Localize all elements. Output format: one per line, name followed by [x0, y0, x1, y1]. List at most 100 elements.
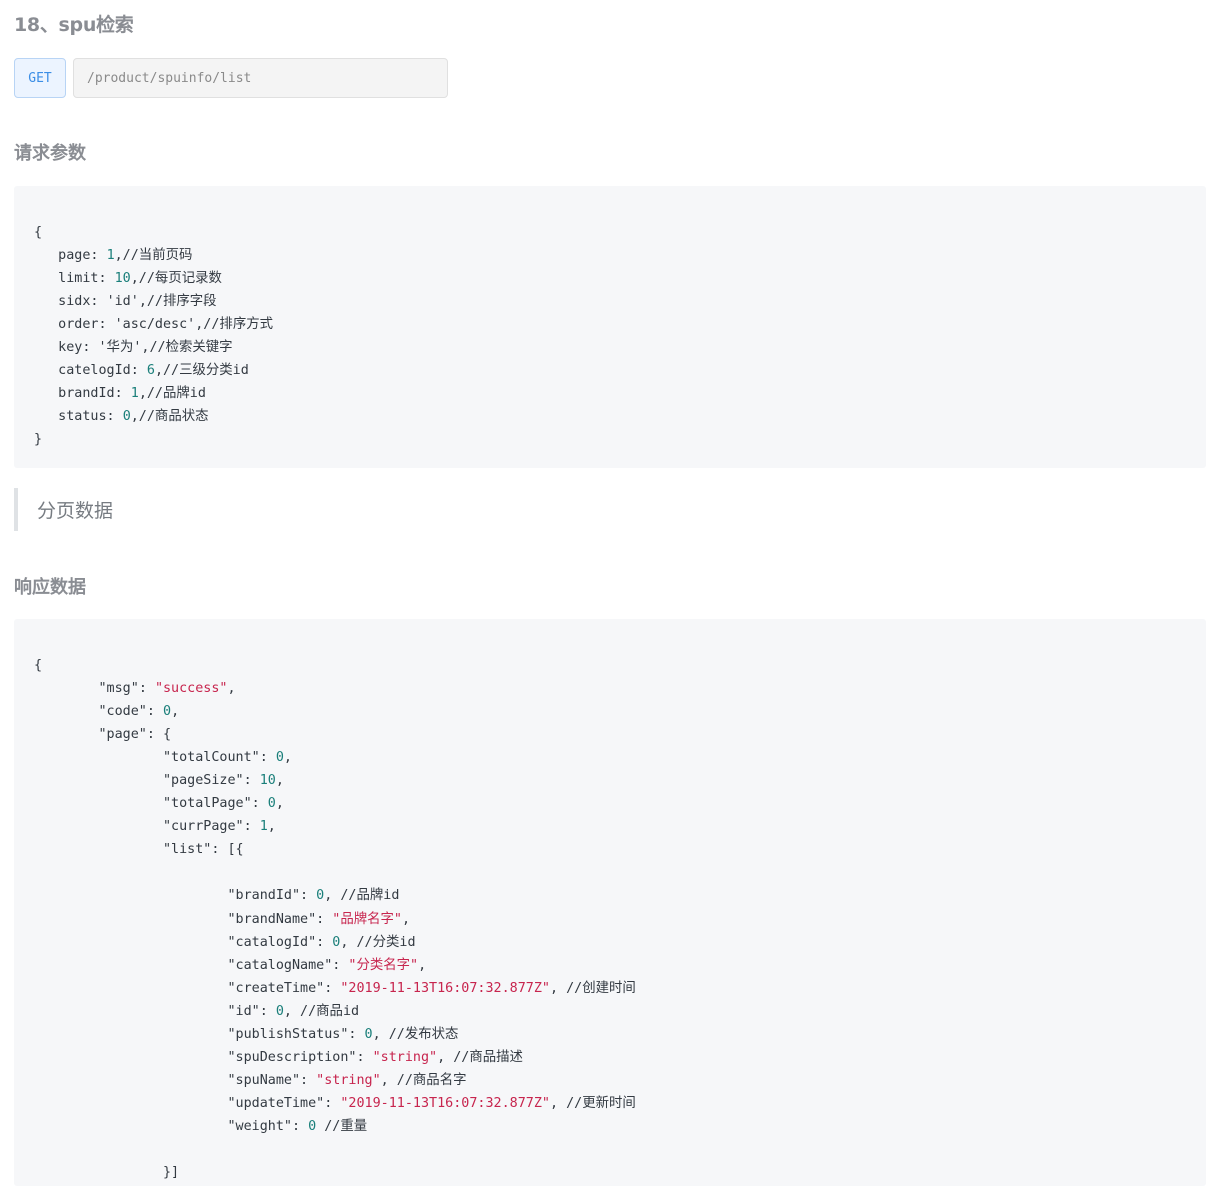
- code-token: 0: [308, 1118, 317, 1134]
- code-line: brandId: 1,//品牌id: [34, 382, 273, 405]
- code-token: :: [251, 796, 268, 812]
- code-token: "updateTime": [34, 1095, 325, 1111]
- code-token: ,: [275, 796, 284, 812]
- code-line: {: [34, 654, 636, 677]
- code-token: "brandId": [34, 888, 301, 904]
- code-token: "2019-11-13T16:07:32.877Z": [340, 1095, 550, 1111]
- code-token: "list": [34, 842, 212, 858]
- code-token: :: [300, 888, 317, 904]
- code-token: {: [34, 658, 43, 673]
- code-token: 0: [275, 750, 284, 766]
- code-token: :: [146, 704, 163, 720]
- code-token: 'asc/desc': [114, 317, 196, 333]
- code-token: status:: [34, 409, 123, 425]
- code-token: key:: [34, 340, 99, 356]
- code-token: ,: [401, 911, 411, 927]
- code-token: ,: [418, 957, 427, 973]
- code-line: "spuDescription": "string", //商品描述: [34, 1046, 636, 1069]
- code-token: "spuName": [34, 1072, 301, 1088]
- code-token: {: [34, 225, 43, 240]
- code-token: "2019-11-13T16:07:32.877Z": [340, 980, 550, 996]
- code-token: ,: [227, 681, 236, 697]
- code-token: ,: [283, 750, 292, 766]
- code-line: "brandId": 0, //品牌id: [34, 884, 636, 907]
- code-token: "success": [154, 681, 228, 697]
- code-token: 10: [114, 271, 131, 287]
- http-method-badge[interactable]: GET: [14, 58, 66, 98]
- code-token: 6: [146, 363, 155, 379]
- code-token: , //商品描述: [437, 1049, 523, 1065]
- code-token: brandId:: [34, 386, 131, 402]
- code-token: :: [316, 934, 333, 950]
- code-token: ,//三级分类id: [154, 363, 249, 379]
- code-token: :: [316, 911, 333, 927]
- code-token: "pageSize": [34, 773, 244, 789]
- code-token: , //商品id: [283, 1003, 360, 1019]
- code-token: 0: [364, 1026, 373, 1042]
- code-token: :: [324, 1095, 341, 1111]
- code-token: ,: [275, 773, 284, 789]
- response-code-block: { "msg": "success", "code": 0, "page": {…: [14, 619, 1206, 1186]
- code-line: "totalCount": 0,: [34, 746, 636, 769]
- request-code-lines: { page: 1,//当前页码 limit: 10,//每页记录数 sidx:…: [34, 221, 273, 451]
- code-line: "updateTime": "2019-11-13T16:07:32.877Z"…: [34, 1092, 635, 1115]
- code-line: "id": 0, //商品id: [34, 1000, 636, 1023]
- endpoint-url[interactable]: /product/spuinfo/list: [73, 58, 448, 98]
- code-token: :: [243, 773, 260, 789]
- code-token: "code": [34, 704, 147, 720]
- code-token: "totalPage": [34, 796, 252, 812]
- code-token: 10: [259, 773, 276, 789]
- code-token: }: [34, 432, 43, 448]
- code-token: 0: [275, 1003, 284, 1019]
- code-line: "catalogId": 0, //分类id: [34, 931, 636, 954]
- code-line: page: 1,//当前页码: [34, 244, 273, 267]
- code-token: "id": [34, 1003, 260, 1019]
- code-token: :: [356, 1049, 373, 1065]
- code-line: sidx: 'id',//排序字段: [34, 290, 273, 313]
- code-token: :: [332, 957, 349, 973]
- code-token: }]: [34, 1165, 180, 1181]
- code-token: : [{: [211, 842, 244, 858]
- code-token: "page": [34, 727, 147, 743]
- code-token: sidx:: [34, 294, 107, 310]
- code-token: 0: [163, 704, 172, 720]
- code-line: "msg": "success",: [34, 677, 636, 700]
- code-line: "publishStatus": 0, //发布状态: [34, 1023, 636, 1046]
- code-line: {: [34, 221, 273, 244]
- code-token: 0: [122, 409, 131, 425]
- code-token: ,: [171, 704, 180, 720]
- code-token: 1: [259, 819, 268, 835]
- code-line: status: 0,//商品状态: [34, 405, 273, 428]
- code-token: '华为': [98, 340, 142, 356]
- code-token: order:: [34, 317, 115, 333]
- code-token: "string": [316, 1072, 381, 1088]
- pagination-note: 分页数据: [14, 488, 614, 531]
- code-token: 1: [106, 248, 115, 264]
- code-line: "catalogName": "分类名字",: [34, 954, 636, 977]
- code-token: 'id': [106, 294, 139, 310]
- code-line: limit: 10,//每页记录数: [34, 267, 273, 290]
- code-token: "分类名字": [348, 957, 419, 973]
- code-token: 1: [130, 386, 139, 402]
- request-code-block: { page: 1,//当前页码 limit: 10,//每页记录数 sidx:…: [14, 186, 1206, 468]
- code-token: "spuDescription": [34, 1049, 357, 1065]
- code-token: ,//每页记录数: [130, 271, 222, 287]
- code-token: :: [138, 681, 155, 697]
- endpoint-row: GET /product/spuinfo/list: [14, 58, 448, 98]
- code-line: "brandName": "品牌名字",: [34, 908, 636, 931]
- code-token: "weight": [34, 1118, 292, 1134]
- code-token: "string": [372, 1049, 438, 1065]
- code-line: "createTime": "2019-11-13T16:07:32.877Z"…: [34, 977, 635, 1000]
- request-params-heading: 请求参数: [14, 143, 86, 164]
- code-token: 0: [267, 796, 276, 812]
- code-token: limit:: [34, 271, 115, 287]
- code-token: "currPage": [34, 819, 244, 835]
- code-line: "currPage": 1,: [34, 815, 636, 838]
- code-line: "list": [{: [34, 838, 636, 861]
- response-code-lines: { "msg": "success", "code": 0, "page": {…: [34, 654, 636, 1184]
- code-token: catelogId:: [34, 363, 147, 379]
- code-token: :: [348, 1026, 365, 1042]
- code-token: page:: [34, 248, 107, 264]
